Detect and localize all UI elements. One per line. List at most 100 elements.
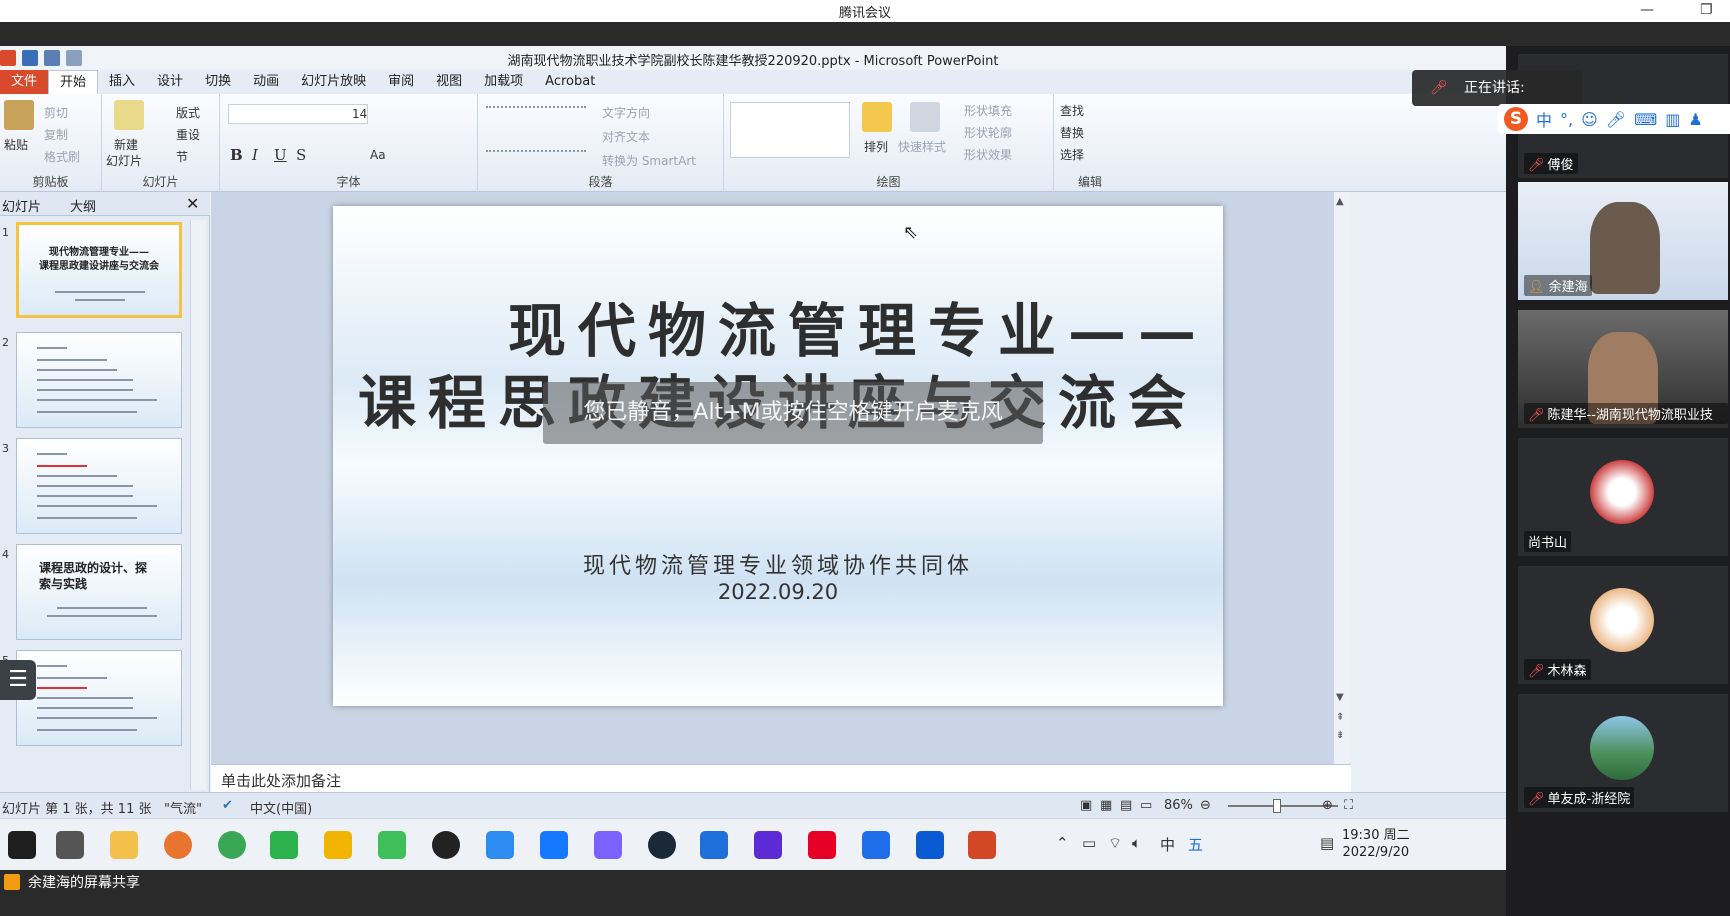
quick-styles-button[interactable]: 快速样式 xyxy=(898,138,946,155)
font-size-combo[interactable]: 14 xyxy=(352,107,367,121)
bullets-icon[interactable] xyxy=(486,106,586,120)
italic-button[interactable]: I xyxy=(252,146,258,164)
security-app-icon[interactable] xyxy=(486,831,514,859)
participant-tile[interactable]: 🎤︎ 木林森 xyxy=(1518,566,1728,684)
app-store-icon[interactable] xyxy=(916,831,944,859)
prev-slide-icon[interactable]: ⇞ xyxy=(1336,712,1344,723)
zoom-slider-thumb[interactable] xyxy=(1273,799,1281,813)
restore-icon[interactable]: ❐ xyxy=(1700,2,1713,18)
zoom-level[interactable]: 86% xyxy=(1164,798,1193,813)
new-slide-label-1[interactable]: 新建 xyxy=(114,136,138,153)
language[interactable]: 中文(中国) xyxy=(250,798,312,817)
current-slide[interactable]: 现代物流管理专业—— 课程思政建设讲座与交流会 您已静音，Alt+M或按住空格键… xyxy=(333,206,1223,706)
select-button[interactable]: 选择 xyxy=(1060,146,1084,163)
chrome-icon[interactable] xyxy=(218,831,246,859)
fit-window-icon[interactable]: ⛶ xyxy=(1344,798,1353,813)
tab-insert[interactable]: 插入 xyxy=(98,70,146,94)
netease-music-icon[interactable] xyxy=(808,831,836,859)
ime-mode[interactable]: 中 xyxy=(1536,107,1552,131)
tab-home[interactable]: 开始 xyxy=(48,70,99,94)
tab-outline[interactable]: 大纲 xyxy=(70,196,96,215)
copy-button[interactable]: 复制 xyxy=(44,126,68,143)
tray-expand-icon[interactable]: ⌃ xyxy=(1056,834,1069,852)
voice-icon[interactable]: 🎤︎ xyxy=(1606,110,1626,129)
scroll-down-icon[interactable]: ▼ xyxy=(1336,692,1344,703)
layout-button[interactable]: 版式 xyxy=(176,104,200,121)
slide-thumb-1[interactable]: 现代物流管理专业—— 课程思政建设讲座与交流会 xyxy=(16,222,182,318)
media-player-icon[interactable] xyxy=(324,831,352,859)
wifi-icon[interactable]: ⌔ xyxy=(1108,834,1122,853)
shape-effects-button[interactable]: 形状效果 xyxy=(964,146,1012,163)
scroll-up-icon[interactable]: ▲ xyxy=(1336,196,1344,207)
ime-icon[interactable]: 中 xyxy=(1160,834,1175,855)
emoji-icon[interactable]: ☺ xyxy=(1581,110,1598,129)
network-app-icon[interactable] xyxy=(594,831,622,859)
spell-check-icon[interactable]: ✔ xyxy=(222,798,233,813)
start-icon[interactable] xyxy=(8,831,36,859)
slides-pane-scrollbar[interactable] xyxy=(190,220,206,790)
sorter-view-icon[interactable]: ▦ xyxy=(1100,798,1112,813)
video-editor-icon[interactable] xyxy=(754,831,782,859)
smartart-button[interactable]: 转换为 SmartArt xyxy=(602,152,696,169)
participant-tile[interactable]: 👤︎ 余建海 xyxy=(1518,182,1728,300)
bold-button[interactable]: B xyxy=(230,146,243,164)
replace-button[interactable]: 替换 xyxy=(1060,124,1084,141)
notification-icon[interactable]: ▤ xyxy=(1320,834,1334,852)
keyboard-icon[interactable]: ⌨ xyxy=(1634,110,1657,129)
list-menu-icon[interactable]: ☰ xyxy=(0,660,36,700)
file-explorer-icon[interactable] xyxy=(110,831,138,859)
tab-transitions[interactable]: 切换 xyxy=(194,70,242,94)
align-icon[interactable] xyxy=(486,150,586,164)
tab-slides[interactable]: 幻灯片 xyxy=(2,196,41,215)
new-slide-label-2[interactable]: 幻灯片 xyxy=(106,152,142,169)
notes-placeholder[interactable]: 单击此处添加备注 xyxy=(221,770,341,791)
clock[interactable]: 19:30 周二 2022/9/20 xyxy=(1342,827,1410,861)
feishu-icon[interactable] xyxy=(862,831,890,859)
tab-view[interactable]: 视图 xyxy=(425,70,473,94)
wechat-icon[interactable] xyxy=(270,831,298,859)
slide-thumb-3[interactable] xyxy=(16,438,182,534)
video-app-icon[interactable] xyxy=(378,831,406,859)
zoom-in-icon[interactable]: ⊕ xyxy=(1322,798,1333,813)
tencent-meeting-icon[interactable] xyxy=(700,831,728,859)
minimize-icon[interactable]: — xyxy=(1640,2,1654,18)
shape-outline-button[interactable]: 形状轮廓 xyxy=(964,124,1012,141)
arrange-button[interactable]: 排列 xyxy=(864,138,888,155)
tab-review[interactable]: 审阅 xyxy=(377,70,425,94)
participant-tile[interactable]: 🎤︎ 陈建华--湖南现代物流职业技 xyxy=(1518,310,1728,428)
sogou-logo-icon[interactable]: S xyxy=(1504,107,1528,131)
ime-punct[interactable]: °, xyxy=(1560,110,1573,129)
qq-icon[interactable] xyxy=(432,831,460,859)
notes-pane[interactable]: 单击此处添加备注 xyxy=(211,764,1351,792)
powerpoint-icon[interactable] xyxy=(968,831,996,859)
reset-button[interactable]: 重设 xyxy=(176,126,200,143)
font-name-combo[interactable] xyxy=(228,104,368,124)
steam-icon[interactable] xyxy=(648,831,676,859)
reading-view-icon[interactable]: ▤ xyxy=(1120,798,1132,813)
find-button[interactable]: 查找 xyxy=(1060,102,1084,119)
tab-addins[interactable]: 加载项 xyxy=(473,70,534,94)
editor-scrollbar[interactable]: ▲ ▼ ⇞ ⇟ xyxy=(1333,192,1351,764)
participant-tile[interactable]: 🎤︎ 单友成-浙经院 xyxy=(1518,694,1728,812)
slideshow-view-icon[interactable]: ▭ xyxy=(1140,798,1152,813)
arrange-icon[interactable] xyxy=(862,102,892,132)
tab-design[interactable]: 设计 xyxy=(146,70,194,94)
tab-slideshow[interactable]: 幻灯片放映 xyxy=(290,70,377,94)
app-icon[interactable] xyxy=(540,831,568,859)
slide-thumb-5[interactable] xyxy=(16,650,182,746)
volume-icon[interactable]: 🔈︎ xyxy=(1132,834,1141,852)
browser-icon[interactable] xyxy=(164,831,192,859)
cut-button[interactable]: 剪切 xyxy=(44,104,68,121)
strikethrough-button[interactable]: S xyxy=(296,146,306,164)
shape-fill-button[interactable]: 形状填充 xyxy=(964,102,1012,119)
skin-icon[interactable]: ♟ xyxy=(1688,110,1702,129)
underline-button[interactable]: U xyxy=(274,146,287,164)
close-pane-icon[interactable]: ✕ xyxy=(186,194,199,213)
text-direction-button[interactable]: 文字方向 xyxy=(602,104,650,121)
section-button[interactable]: 节 xyxy=(176,148,188,165)
change-case-button[interactable]: Aa xyxy=(370,148,386,162)
paste-button[interactable]: 粘贴 xyxy=(4,136,28,153)
normal-view-icon[interactable]: ▣ xyxy=(1080,798,1092,813)
task-view-icon[interactable] xyxy=(56,831,84,859)
slide-thumb-4[interactable]: 课程思政的设计、探 索与实践 xyxy=(16,544,182,640)
